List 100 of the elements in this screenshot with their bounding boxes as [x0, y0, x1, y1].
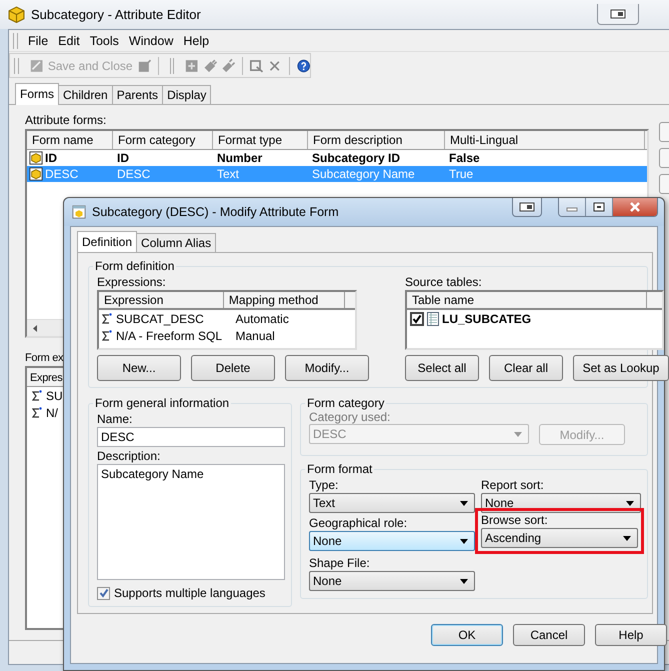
- close-icon: [628, 202, 642, 212]
- tab[interactable]: Definition: [77, 231, 138, 253]
- table-cell: Subcategory Name: [312, 167, 415, 182]
- table-icon: [427, 312, 439, 326]
- action-button[interactable]: New...: [97, 355, 181, 381]
- restore-button[interactable]: [597, 4, 639, 25]
- table-cell: DESC: [117, 167, 150, 182]
- column-header[interactable]: Form category: [113, 131, 213, 150]
- column-header[interactable]: Expression: [99, 292, 224, 308]
- table-cell: N/A - Freeform SQL: [116, 328, 222, 342]
- column-header[interactable]: Multi-Lingual: [445, 131, 645, 150]
- tab[interactable]: Forms: [15, 83, 59, 106]
- group-title: Form category: [306, 396, 386, 410]
- dropdown[interactable]: None: [309, 571, 475, 591]
- name-field[interactable]: DESC: [97, 427, 285, 447]
- action-button[interactable]: Clear all: [489, 355, 563, 381]
- tab[interactable]: Parents: [112, 85, 164, 104]
- group-title: Form general information: [94, 396, 230, 410]
- caret-icon: [460, 578, 468, 584]
- dialog-button[interactable]: OK: [431, 624, 503, 646]
- checkbox[interactable]: [97, 586, 110, 600]
- table-cell-text: Automatic: [234, 312, 290, 326]
- action-button[interactable]: Select all: [405, 355, 479, 381]
- restore-icon: [519, 202, 535, 212]
- table-cell: False: [449, 151, 480, 166]
- scroll-left-arrow[interactable]: [33, 324, 37, 332]
- grid-icon[interactable]: [185, 58, 199, 74]
- field-label: Description:: [97, 449, 162, 463]
- caret-icon: [460, 538, 468, 544]
- action-button[interactable]: Delete: [191, 355, 275, 381]
- help-icon[interactable]: [296, 58, 310, 74]
- menu-item[interactable]: File: [28, 34, 48, 48]
- column-header[interactable]: Mapping method: [224, 292, 345, 308]
- cube-icon: [29, 167, 43, 182]
- sigma-icon: [32, 406, 42, 419]
- dialog-button[interactable]: Help: [595, 624, 667, 646]
- maximize-button[interactable]: [586, 198, 613, 216]
- checkbox-label: Supports multiple languages: [114, 586, 266, 600]
- save-icon[interactable]: [30, 58, 43, 74]
- column-header[interactable]: Expres: [30, 372, 62, 384]
- field-label: Type:: [309, 478, 340, 492]
- field-label: Category used:: [309, 410, 390, 424]
- table-cell: Text: [217, 167, 240, 182]
- table-cell: ID: [117, 151, 129, 166]
- sigma-icon: [102, 312, 112, 324]
- close-button[interactable]: [613, 198, 657, 216]
- column-header[interactable]: Form description: [308, 131, 445, 150]
- menu-item[interactable]: Tools: [90, 34, 119, 48]
- dialog-title: Subcategory (DESC) - Modify Attribute Form: [92, 205, 339, 219]
- tab[interactable]: Display: [162, 85, 212, 104]
- caret-icon: [460, 500, 468, 506]
- field-label: Expressions:: [97, 275, 167, 289]
- column-header[interactable]: Format type: [213, 131, 308, 150]
- plug-icon[interactable]: [222, 58, 236, 74]
- dropdown[interactable]: None: [309, 531, 475, 551]
- table-cell-text: Manual: [234, 328, 276, 342]
- table-cell: ID: [45, 151, 57, 166]
- properties-icon[interactable]: [250, 58, 264, 74]
- edit-icon[interactable]: [138, 58, 151, 74]
- dropdown[interactable]: Ascending: [481, 528, 638, 548]
- menu-item[interactable]: Edit: [58, 34, 80, 48]
- restore-button[interactable]: [512, 198, 542, 217]
- dropdown[interactable]: Text: [309, 493, 475, 513]
- table-cell: SUBCAT_DESC: [116, 312, 204, 326]
- group-title: Form format: [306, 462, 374, 476]
- menu-item[interactable]: Help: [183, 34, 210, 48]
- checkbox[interactable]: [410, 312, 424, 326]
- table-cell: DESC: [45, 167, 78, 182]
- description-field[interactable]: Subcategory Name: [97, 464, 285, 580]
- table-cell: LU_SUBCATEG: [442, 312, 532, 326]
- group-title: Form definition: [94, 259, 176, 273]
- cube-icon: [72, 205, 86, 219]
- caret-icon: [514, 432, 522, 436]
- tab[interactable]: Children: [58, 85, 113, 104]
- sigma-icon: [102, 330, 112, 342]
- tab[interactable]: Column Alias: [136, 233, 216, 252]
- action-button[interactable]: Set as Lookup: [573, 355, 669, 381]
- cube-icon: [8, 6, 25, 23]
- restore-icon: [610, 9, 626, 19]
- table-cell: Number: [217, 151, 262, 166]
- section-label: Attribute forms:: [25, 113, 108, 128]
- caret-icon: [626, 500, 634, 506]
- section-label: Form ex: [25, 352, 64, 364]
- window-title: Subcategory - Attribute Editor: [31, 7, 201, 22]
- action-button[interactable]: Modify...: [285, 355, 369, 381]
- table-cell: True: [449, 167, 474, 182]
- sigma-icon: [32, 390, 42, 402]
- menu-item[interactable]: Window: [128, 34, 174, 48]
- dialog-button[interactable]: Cancel: [513, 624, 585, 646]
- column-header[interactable]: Form name: [27, 131, 113, 150]
- list-item[interactable]: N/: [46, 406, 58, 420]
- table-row[interactable]: ID ID Number Subcategory ID False: [27, 150, 647, 166]
- maximize-icon: [593, 202, 605, 212]
- plug-icon[interactable]: [204, 58, 217, 74]
- table-cell: Subcategory ID: [312, 151, 400, 166]
- field-label: Source tables:: [405, 275, 483, 289]
- list-item[interactable]: SU: [46, 388, 63, 403]
- field-label: Name:: [97, 412, 134, 426]
- field-label: Browse sort:: [481, 513, 549, 527]
- field-label: Shape File:: [309, 556, 371, 570]
